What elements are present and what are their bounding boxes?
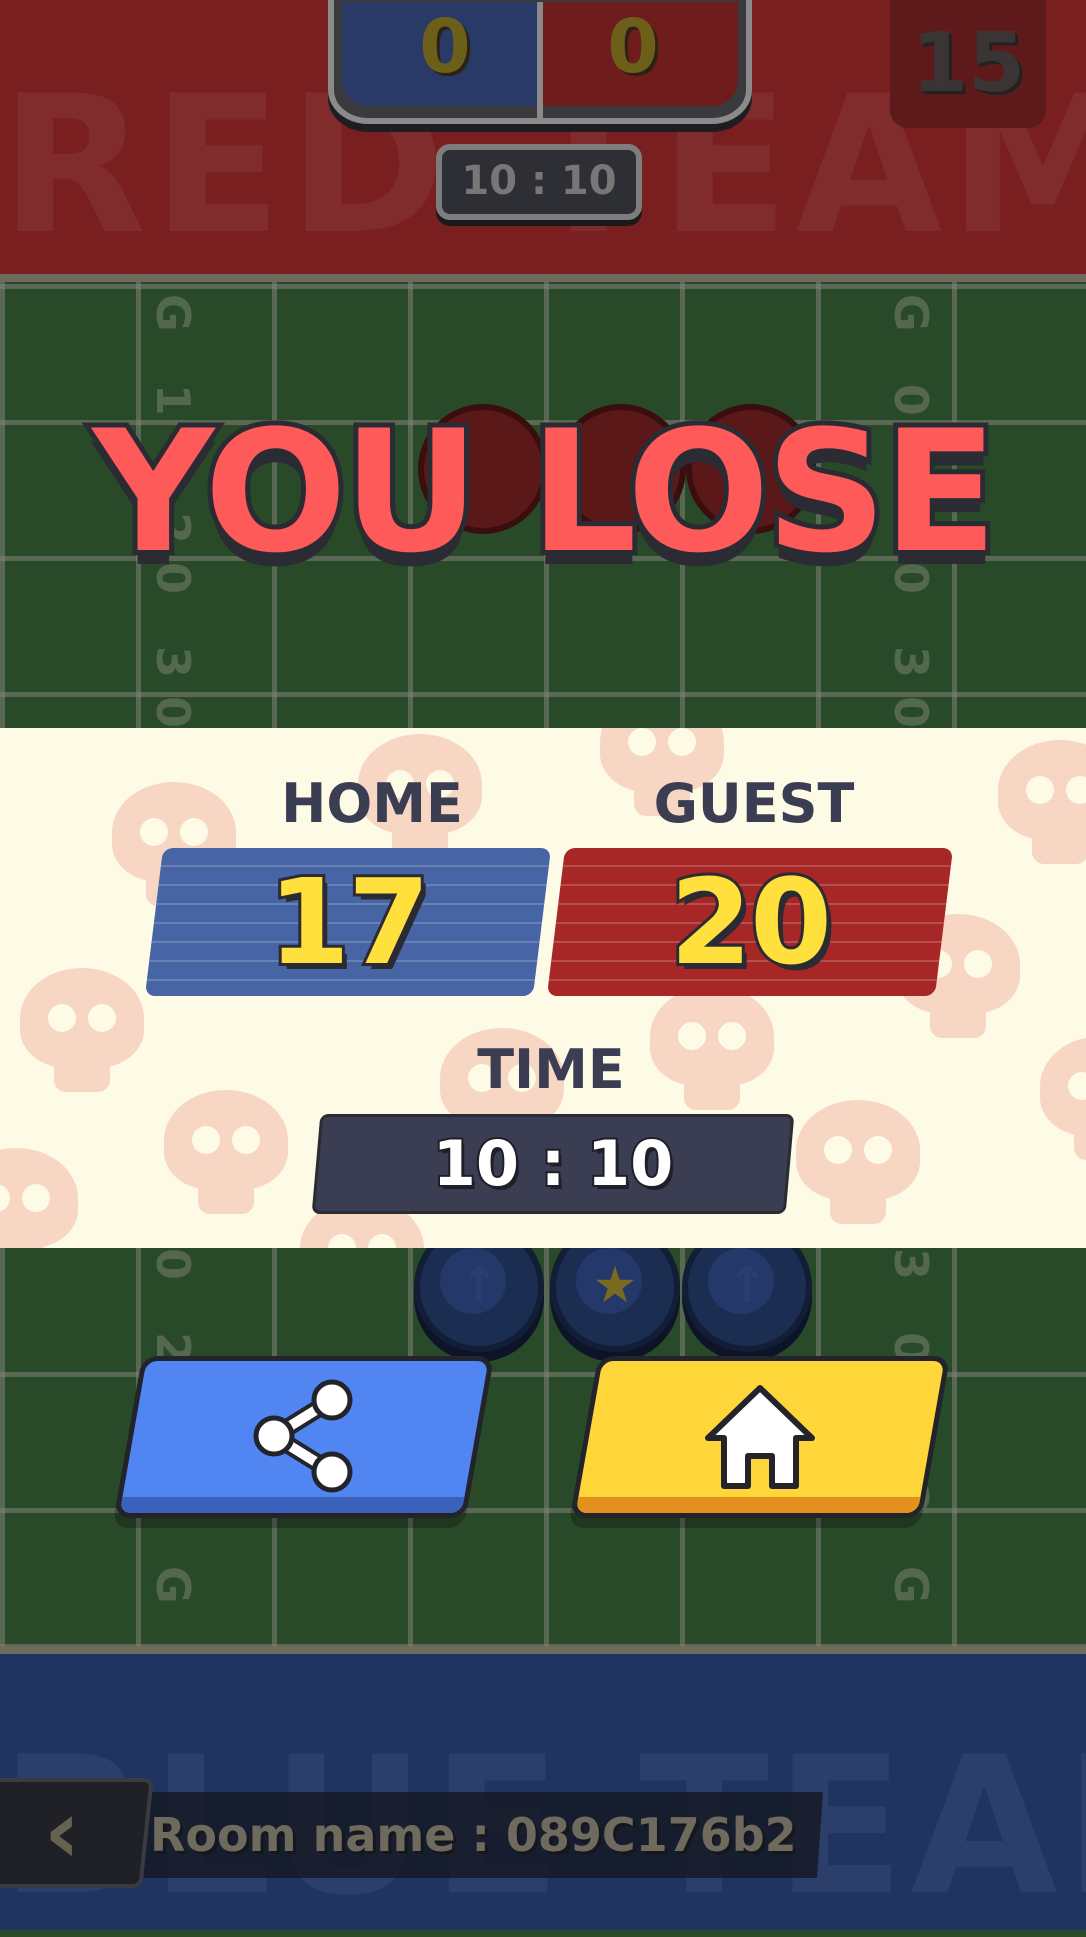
scoreboard: 0 0 — [328, 0, 752, 124]
match-timer: 10 : 10 — [436, 144, 642, 220]
results-panel: HOME GUEST 17 20 TIME 10 : 10 — [0, 728, 1086, 1248]
home-icon — [705, 1385, 815, 1489]
skull-pattern — [796, 1100, 920, 1224]
star-icon: ★ — [592, 1256, 638, 1314]
result-title: YOU LOSE — [87, 394, 1002, 590]
red-team-score: 0 — [607, 4, 659, 90]
home-score: 17 — [265, 850, 433, 994]
chevron-left-icon[interactable]: ‹ — [22, 1782, 102, 1882]
blue-team-score: 0 — [419, 4, 471, 90]
room-name: Room name : 089C176b2 — [150, 1808, 797, 1862]
share-button[interactable] — [113, 1356, 495, 1518]
share-icon — [253, 1379, 353, 1493]
time-label: TIME — [477, 1038, 625, 1101]
skull-pattern — [0, 1148, 78, 1248]
skull-pattern — [998, 740, 1086, 864]
arrow-up-icon: ↑ — [726, 1256, 768, 1314]
guest-score: 20 — [667, 850, 835, 994]
guest-label: GUEST — [653, 772, 855, 835]
round-number-badge: 15 — [890, 0, 1046, 128]
home-label: HOME — [281, 772, 463, 835]
skull-pattern — [164, 1090, 288, 1214]
home-button[interactable] — [569, 1356, 951, 1518]
blue-zone-edge — [0, 1646, 1086, 1654]
scoreboard-divider — [537, 2, 543, 118]
blue-team-zone: BLUE TEAM — [0, 1646, 1086, 1937]
red-zone-edge — [0, 274, 1086, 282]
time-value: 10 : 10 — [431, 1125, 676, 1202]
arrow-up-icon: ↑ — [458, 1256, 500, 1314]
